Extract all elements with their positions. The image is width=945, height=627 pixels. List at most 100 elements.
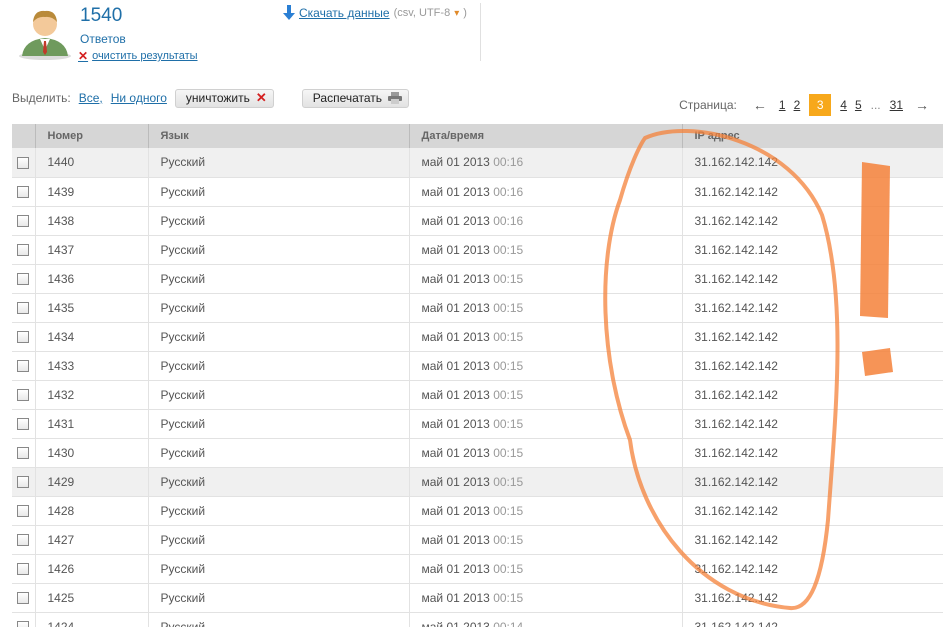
printer-icon	[388, 92, 403, 104]
row-date: май 01 2013	[421, 590, 490, 605]
row-language: Русский	[147, 206, 409, 236]
select-all-link[interactable]: Все,	[79, 91, 103, 105]
table-row[interactable]: 1433 Русский май 01 2013 00:15 31.162.142.1…	[12, 351, 943, 381]
row-time: 00:15	[493, 503, 524, 518]
row-checkbox[interactable]	[17, 215, 29, 228]
row-checkbox[interactable]	[17, 621, 29, 627]
row-number: 1429	[34, 467, 148, 497]
row-ip: 31.162.142.142	[681, 496, 943, 526]
row-datetime: май 01 2013 00:16	[408, 206, 682, 236]
table-row[interactable]: 1437 Русский май 01 2013 00:15 31.162.142.1…	[12, 235, 943, 265]
row-checkbox[interactable]	[17, 389, 29, 402]
format-dropdown-icon[interactable]: ▾	[454, 8, 459, 19]
row-language: Русский	[147, 612, 409, 627]
row-date: май 01 2013	[421, 445, 490, 460]
table-header: Номер Язык Дата/время IP адрес	[12, 124, 943, 148]
row-checkbox[interactable]	[17, 563, 29, 576]
row-checkbox[interactable]	[17, 244, 29, 257]
row-language: Русский	[147, 380, 409, 410]
row-checkbox[interactable]	[17, 273, 29, 286]
row-ip: 31.162.142.142	[681, 612, 943, 627]
row-language: Русский	[147, 525, 409, 555]
table-row[interactable]: 1428 Русский май 01 2013 00:15 31.162.142.1…	[12, 496, 943, 526]
row-number: 1437	[34, 235, 148, 265]
row-language: Русский	[147, 322, 409, 352]
row-datetime: май 01 2013 00:15	[408, 351, 682, 381]
row-ip: 31.162.142.142	[681, 177, 943, 207]
row-checkbox[interactable]	[17, 505, 29, 518]
row-checkbox[interactable]	[17, 476, 29, 489]
print-button[interactable]: Распечатать	[301, 88, 410, 108]
table-row[interactable]: 1434 Русский май 01 2013 00:15 31.162.142.1…	[12, 322, 943, 352]
table-row[interactable]: 1431 Русский май 01 2013 00:15 31.162.142.1…	[12, 409, 943, 439]
row-checkbox[interactable]	[17, 418, 29, 431]
row-checkbox[interactable]	[17, 534, 29, 547]
row-datetime: май 01 2013 00:15	[408, 322, 682, 352]
download-data-link[interactable]: Скачать данные	[299, 6, 390, 20]
table-row[interactable]: 1430 Русский май 01 2013 00:15 31.162.142.1…	[12, 438, 943, 468]
row-checkbox[interactable]	[17, 592, 29, 605]
clear-results-link[interactable]: ✕ очистить результаты	[78, 49, 198, 63]
page-link[interactable]: 2	[794, 98, 801, 112]
row-ip: 31.162.142.142	[681, 351, 943, 381]
table-row[interactable]: 1424 Русский май 01 2013 00:14 31.162.142.1…	[12, 612, 943, 627]
table-row[interactable]: 1426 Русский май 01 2013 00:15 31.162.142.1…	[12, 554, 943, 584]
row-datetime: май 01 2013 00:15	[408, 554, 682, 584]
header-divider	[480, 3, 481, 61]
row-ip: 31.162.142.142	[681, 206, 943, 236]
row-number: 1440	[34, 148, 148, 178]
page-link[interactable]: 4	[840, 98, 847, 112]
row-date: май 01 2013	[421, 358, 490, 373]
column-header-language[interactable]: Язык	[147, 124, 409, 148]
row-number: 1436	[34, 264, 148, 294]
clear-results-label: очистить результаты	[92, 50, 198, 62]
table-row[interactable]: 1436 Русский май 01 2013 00:15 31.162.142.1…	[12, 264, 943, 294]
row-datetime: май 01 2013 00:15	[408, 293, 682, 323]
row-checkbox[interactable]	[17, 186, 29, 199]
table-row[interactable]: 1440 Русский май 01 2013 00:16 31.162.142.1…	[12, 148, 943, 178]
table-row[interactable]: 1439 Русский май 01 2013 00:16 31.162.142.1…	[12, 177, 943, 207]
delete-x-icon: ✕	[78, 49, 89, 63]
row-checkbox[interactable]	[17, 360, 29, 373]
delete-button[interactable]: уничтожить ✕	[174, 88, 274, 108]
row-checkbox[interactable]	[17, 447, 29, 460]
row-number: 1431	[34, 409, 148, 439]
row-number: 1425	[34, 583, 148, 613]
row-ip: 31.162.142.142	[681, 583, 943, 613]
last-page-link[interactable]: 31	[890, 98, 903, 112]
row-language: Русский	[147, 554, 409, 584]
row-date: май 01 2013	[421, 271, 490, 286]
row-number: 1424	[34, 612, 148, 627]
table-row[interactable]: 1427 Русский май 01 2013 00:15 31.162.142.1…	[12, 525, 943, 555]
row-datetime: май 01 2013 00:15	[408, 467, 682, 497]
row-checkbox[interactable]	[17, 331, 29, 344]
row-checkbox-cell	[12, 467, 35, 497]
row-language: Русский	[147, 467, 409, 497]
row-checkbox[interactable]	[17, 157, 29, 170]
row-number: 1426	[34, 554, 148, 584]
prev-page-arrow-icon[interactable]: ←	[753, 97, 767, 113]
column-header-number[interactable]: Номер	[34, 124, 148, 148]
page-link[interactable]: 1	[779, 98, 786, 112]
responses-table: Номер Язык Дата/время IP адрес 1440 Русск…	[12, 124, 943, 627]
page-link[interactable]: 5	[855, 98, 862, 112]
table-row[interactable]: 1425 Русский май 01 2013 00:15 31.162.142.1…	[12, 583, 943, 613]
row-datetime: май 01 2013 00:15	[408, 583, 682, 613]
table-row[interactable]: 1438 Русский май 01 2013 00:16 31.162.142.1…	[12, 206, 943, 236]
column-header-ip[interactable]: IP адрес	[681, 124, 943, 148]
table-row[interactable]: 1432 Русский май 01 2013 00:15 31.162.142.1…	[12, 380, 943, 410]
select-none-link[interactable]: Ни одного	[111, 91, 167, 105]
table-row[interactable]: 1435 Русский май 01 2013 00:15 31.162.142.1…	[12, 293, 943, 323]
row-language: Русский	[147, 264, 409, 294]
row-time: 00:16	[493, 213, 524, 228]
next-page-arrow-icon[interactable]: →	[915, 97, 929, 113]
row-datetime: май 01 2013 00:15	[408, 496, 682, 526]
column-header-datetime[interactable]: Дата/время	[408, 124, 682, 148]
table-row[interactable]: 1429 Русский май 01 2013 00:15 31.162.142.1…	[12, 467, 943, 497]
responses-label: Ответов	[80, 32, 126, 46]
row-number: 1439	[34, 177, 148, 207]
row-checkbox[interactable]	[17, 302, 29, 315]
row-checkbox-cell	[12, 612, 35, 627]
row-checkbox-cell	[12, 177, 35, 207]
row-datetime: май 01 2013 00:15	[408, 409, 682, 439]
